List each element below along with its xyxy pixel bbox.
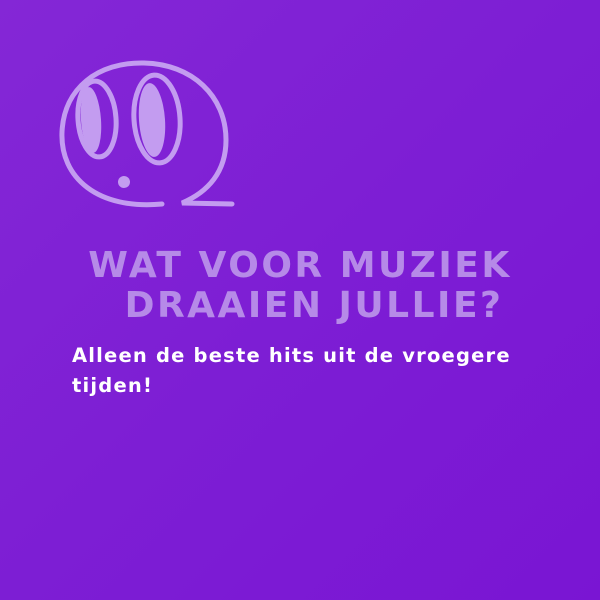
question-line-2: DRAAIEN JULLIE? [124, 285, 504, 326]
question-line-1: WAT VOOR MUZIEK [88, 245, 512, 286]
speech-bubble-face-icon [58, 60, 240, 218]
answer-text: Alleen de beste hits uit de vroegere tij… [72, 344, 511, 397]
question-heading: WAT VOOR MUZIEK DRAAIEN JULLIE? [0, 246, 600, 326]
